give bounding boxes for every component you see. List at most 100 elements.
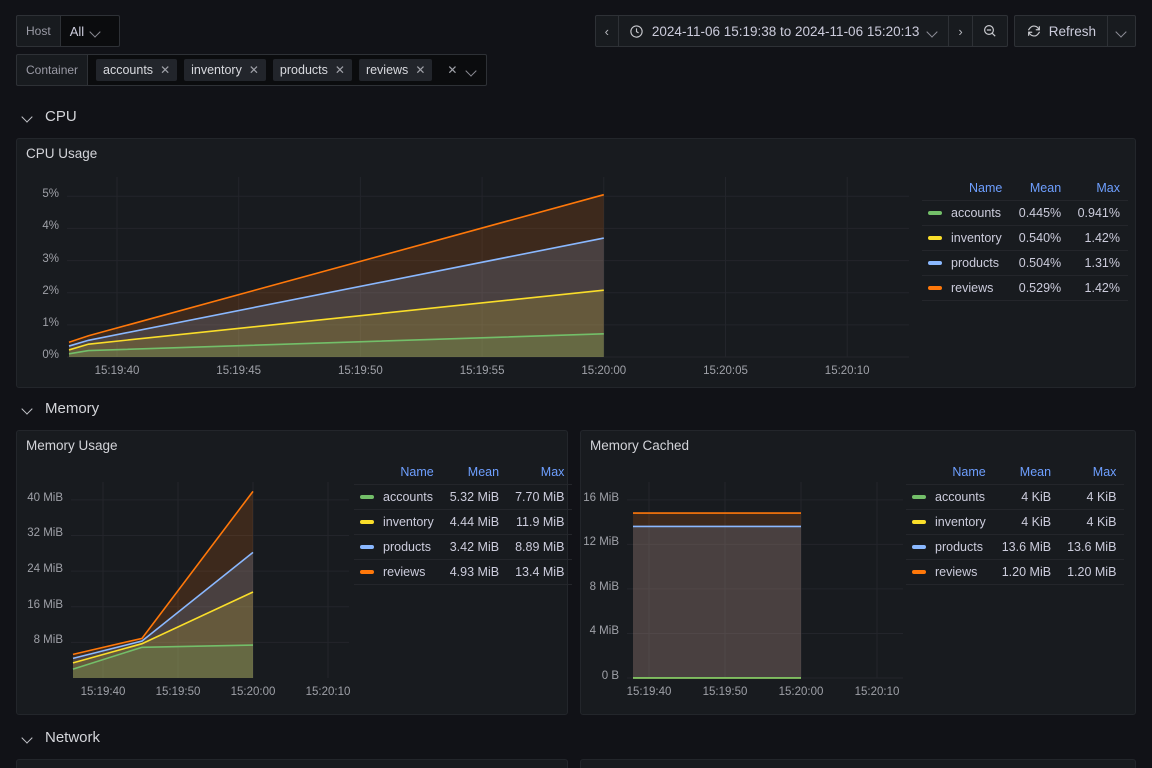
- close-icon[interactable]: ✕: [249, 64, 259, 76]
- chevron-down-icon: [22, 111, 34, 123]
- legend-max-value: 1.31%: [1069, 250, 1128, 276]
- series-color-swatch-icon: [928, 285, 942, 290]
- legend-mean-value: 4 KiB: [993, 509, 1060, 535]
- container-chip-products[interactable]: products ✕: [272, 59, 352, 81]
- legend-row[interactable]: products 3.42 MiB 8.89 MiB: [354, 534, 573, 560]
- legend-header-name[interactable]: Name: [354, 463, 442, 485]
- legend-header-max[interactable]: Max: [507, 463, 572, 485]
- legend-row[interactable]: accounts 4 KiB 4 KiB: [906, 484, 1125, 510]
- legend-row[interactable]: reviews 4.93 MiB 13.4 MiB: [354, 559, 573, 585]
- legend-max-value: 1.20 MiB: [1059, 559, 1125, 585]
- zoom-out-button[interactable]: [973, 16, 1007, 46]
- legend-row[interactable]: inventory 0.540% 1.42%: [922, 225, 1128, 251]
- chart-canvas: [71, 482, 349, 678]
- memory-usage-chart[interactable]: 8 MiB 16 MiB 24 MiB 32 MiB 40 MiB 15:19:40 15:…: [17, 464, 357, 716]
- series-color-swatch-icon: [912, 494, 926, 499]
- section-header-network[interactable]: Network: [22, 729, 100, 746]
- legend-header-max[interactable]: Max: [1059, 463, 1124, 485]
- close-icon[interactable]: ✕: [160, 64, 170, 76]
- y-axis-tick-label: 24 MiB: [27, 563, 63, 576]
- legend-header-name[interactable]: Name: [906, 463, 994, 485]
- variable-container-label: Container: [16, 54, 88, 86]
- legend-series-name: reviews: [922, 275, 1011, 301]
- x-axis-tick-label: 15:19:45: [216, 365, 262, 377]
- x-axis-tick-label: 15:19:50: [338, 365, 383, 377]
- close-icon[interactable]: ✕: [335, 64, 345, 76]
- y-axis-tick-label: 16 MiB: [27, 598, 63, 611]
- chevron-down-icon: [90, 26, 101, 37]
- x-axis-tick-label: 15:20:10: [305, 686, 351, 698]
- container-chip-reviews[interactable]: reviews ✕: [358, 59, 433, 81]
- container-chip-accounts[interactable]: accounts ✕: [96, 59, 178, 81]
- y-axis-tick-label: 8 MiB: [589, 580, 619, 593]
- panel-cpu-usage: CPU Usage 0% 1% 2% 3% 4% 5% 15:19:40 15:19:45 15…: [16, 138, 1136, 388]
- series-color-swatch-icon: [360, 519, 374, 524]
- series-area-products: [633, 526, 801, 678]
- x-axis-tick-label: 15:20:00: [230, 686, 276, 698]
- series-color-swatch-icon: [360, 494, 374, 499]
- x-axis-tick-label: 15:19:50: [702, 686, 748, 698]
- legend-max-value: 4 KiB: [1059, 484, 1125, 510]
- legend-mean-value: 0.504%: [1010, 250, 1070, 276]
- legend-header-max[interactable]: Max: [1069, 179, 1128, 201]
- chart-canvas: [627, 482, 903, 679]
- legend-max-value: 8.89 MiB: [507, 534, 573, 560]
- legend-row[interactable]: reviews 1.20 MiB 1.20 MiB: [906, 559, 1125, 585]
- chevron-down-icon[interactable]: [466, 65, 477, 76]
- dashboard-root: Host All Container accounts ✕ inventory …: [0, 0, 1152, 768]
- legend-series-name: products: [354, 534, 442, 560]
- legend-max-value: 1.42%: [1069, 275, 1128, 301]
- legend-row[interactable]: inventory 4.44 MiB 11.9 MiB: [354, 509, 573, 535]
- container-select-actions: ✕: [447, 64, 477, 76]
- refresh-label: Refresh: [1048, 23, 1096, 39]
- legend-row[interactable]: accounts 0.445% 0.941%: [922, 200, 1128, 226]
- time-shift-back-button[interactable]: ‹: [596, 16, 619, 46]
- time-shift-forward-button[interactable]: ›: [949, 16, 973, 46]
- container-chip-inventory[interactable]: inventory ✕: [184, 59, 266, 81]
- close-icon[interactable]: ✕: [415, 64, 425, 76]
- y-axis-tick-label: 4%: [42, 220, 59, 233]
- panel-title: Memory Usage: [26, 438, 118, 453]
- series-color-swatch-icon: [912, 544, 926, 549]
- legend-max-value: 13.4 MiB: [507, 559, 573, 585]
- cpu-usage-legend: Name Mean Max accounts 0.445% 0.941% inventory…: [922, 179, 1128, 301]
- close-icon[interactable]: ✕: [447, 64, 457, 76]
- series-color-swatch-icon: [928, 260, 942, 265]
- container-chip-label: accounts: [103, 63, 154, 77]
- chart-canvas: [67, 177, 909, 358]
- refresh-button[interactable]: Refresh: [1015, 16, 1108, 46]
- x-axis-tick-label: 15:20:00: [581, 365, 627, 377]
- legend-row[interactable]: accounts 5.32 MiB 7.70 MiB: [354, 484, 573, 510]
- series-color-swatch-icon: [928, 235, 942, 240]
- variable-host-select[interactable]: All: [59, 15, 120, 47]
- x-axis-tick-label: 15:19:40: [626, 686, 672, 698]
- section-header-memory[interactable]: Memory: [22, 400, 99, 417]
- panel-network-right: [580, 759, 1136, 768]
- legend-header-name[interactable]: Name: [922, 179, 1010, 201]
- legend-header-mean[interactable]: Mean: [442, 463, 507, 485]
- cpu-usage-chart[interactable]: 0% 1% 2% 3% 4% 5% 15:19:40 15:19:45 15:19:50 15:1…: [17, 169, 917, 389]
- time-range-button[interactable]: 2024-11-06 15:19:38 to 2024-11-06 15:20:…: [619, 16, 950, 46]
- x-axis-tick-label: 15:19:50: [155, 686, 201, 698]
- legend-row[interactable]: products 13.6 MiB 13.6 MiB: [906, 534, 1125, 560]
- legend-header-mean[interactable]: Mean: [1010, 179, 1069, 201]
- chevron-down-icon: [22, 732, 34, 744]
- series-color-swatch-icon: [912, 519, 926, 524]
- section-header-cpu[interactable]: CPU: [22, 108, 77, 125]
- legend-row[interactable]: products 0.504% 1.31%: [922, 250, 1128, 276]
- legend-mean-value: 13.6 MiB: [993, 534, 1060, 560]
- memory-cached-chart[interactable]: 0 B 4 MiB 8 MiB 12 MiB 16 MiB 15:19:40 15:19:5…: [581, 464, 911, 716]
- legend-header-mean[interactable]: Mean: [994, 463, 1059, 485]
- legend-max-value: 13.6 MiB: [1059, 534, 1125, 560]
- legend-row[interactable]: inventory 4 KiB 4 KiB: [906, 509, 1125, 535]
- legend-series-name: accounts: [922, 200, 1011, 226]
- refresh-interval-button[interactable]: [1108, 16, 1135, 46]
- legend-row[interactable]: reviews 0.529% 1.42%: [922, 275, 1128, 301]
- variable-container-select[interactable]: accounts ✕ inventory ✕ products ✕ review…: [87, 54, 488, 86]
- legend-mean-value: 4.93 MiB: [441, 559, 508, 585]
- y-axis-tick-label: 0%: [42, 349, 59, 361]
- legend-max-value: 4 KiB: [1059, 509, 1125, 535]
- y-axis-tick-label: 12 MiB: [583, 536, 619, 549]
- section-title: Memory: [45, 400, 100, 417]
- chevron-down-icon: [927, 26, 938, 37]
